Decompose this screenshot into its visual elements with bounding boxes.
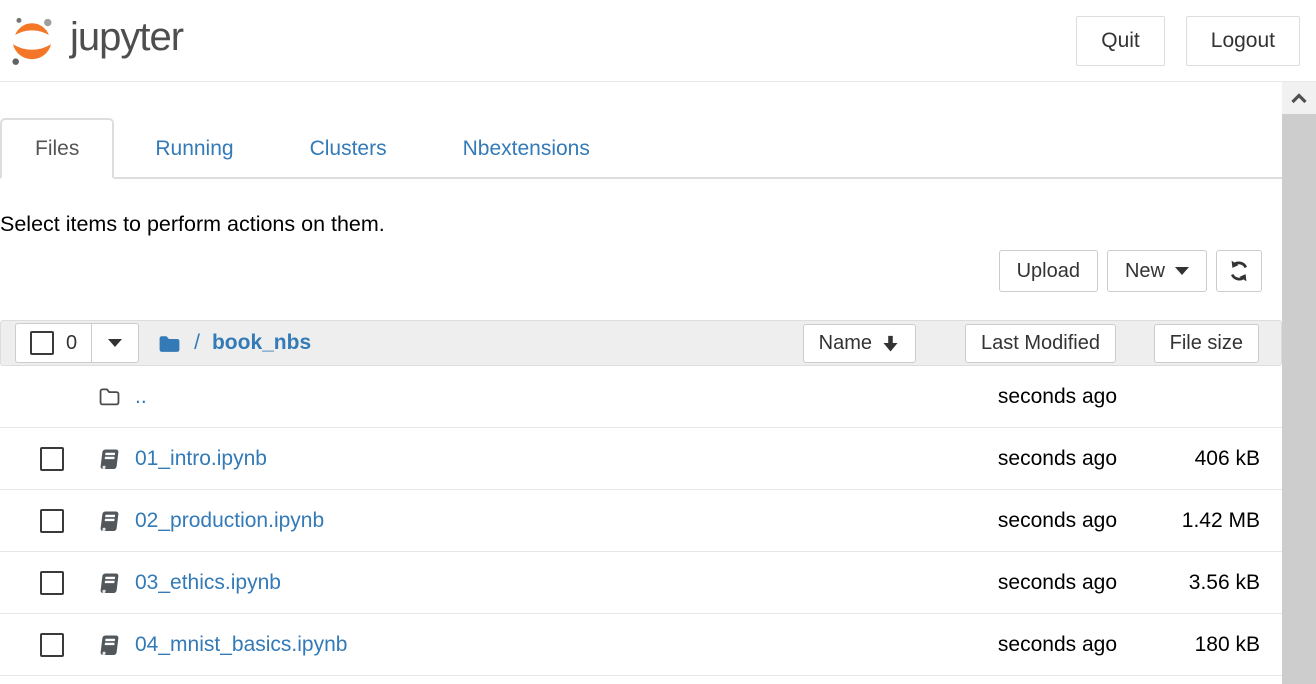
folder-icon[interactable]	[157, 331, 182, 356]
sort-by-name-button[interactable]: Name	[803, 324, 916, 363]
file-list-header: 0 / book_nbs Name Last Modifie	[0, 320, 1282, 366]
sort-by-size-button[interactable]: File size	[1154, 324, 1259, 363]
refresh-icon	[1227, 259, 1251, 283]
logout-button[interactable]: Logout	[1186, 16, 1300, 66]
row-checkbox[interactable]	[40, 447, 64, 471]
tab-nbextensions[interactable]: Nbextensions	[428, 118, 625, 177]
breadcrumb-separator: /	[194, 331, 200, 355]
sort-by-modified-button[interactable]: Last Modified	[965, 324, 1116, 363]
jupyter-planet-icon	[8, 16, 56, 66]
select-items-notice: Select items to perform actions on them.	[0, 212, 1282, 237]
arrow-down-icon	[881, 334, 900, 353]
upload-button[interactable]: Upload	[999, 250, 1098, 292]
breadcrumb-current-folder[interactable]: book_nbs	[212, 331, 311, 355]
quit-button[interactable]: Quit	[1076, 16, 1165, 66]
notebook-icon	[97, 447, 121, 471]
table-row: 03_ethics.ipynb seconds ago 3.56 kB	[0, 552, 1282, 614]
file-list: .. seconds ago 01_intro.ipynb seconds ag…	[0, 366, 1282, 676]
modified-label: seconds ago	[917, 385, 1117, 409]
row-checkbox[interactable]	[40, 633, 64, 657]
size-label: 1.42 MB	[1117, 509, 1260, 533]
size-label: 406 kB	[1117, 447, 1260, 471]
scroll-up-button[interactable]	[1282, 82, 1316, 114]
file-link[interactable]: 02_production.ipynb	[135, 509, 324, 532]
modified-label: seconds ago	[917, 509, 1117, 533]
size-label: 180 kB	[1117, 633, 1260, 657]
vertical-scrollbar[interactable]	[1282, 82, 1316, 684]
refresh-button[interactable]	[1216, 250, 1262, 292]
jupyter-logo[interactable]: jupyter	[8, 15, 183, 66]
select-all-group: 0	[15, 323, 139, 363]
selected-count: 0	[66, 332, 77, 355]
chevron-up-icon	[1290, 93, 1308, 104]
table-row: 01_intro.ipynb seconds ago 406 kB	[0, 428, 1282, 490]
brand-text: jupyter	[70, 15, 183, 66]
table-row: 04_mnist_basics.ipynb seconds ago 180 kB	[0, 614, 1282, 676]
tab-bar: Files Running Clusters Nbextensions	[0, 118, 1282, 179]
modified-label: seconds ago	[917, 447, 1117, 471]
select-all-button[interactable]: 0	[15, 323, 92, 363]
modified-label: seconds ago	[917, 571, 1117, 595]
app-header: jupyter Quit Logout	[0, 0, 1316, 82]
main-scroll-area: Files Running Clusters Nbextensions Sele…	[0, 82, 1316, 684]
chevron-down-icon	[1175, 267, 1189, 275]
file-link[interactable]: 04_mnist_basics.ipynb	[135, 633, 347, 656]
new-dropdown-button[interactable]: New	[1107, 250, 1207, 292]
chevron-down-icon	[108, 339, 122, 347]
table-row: 02_production.ipynb seconds ago 1.42 MB	[0, 490, 1282, 552]
breadcrumb: / book_nbs	[157, 331, 803, 356]
file-link[interactable]: 03_ethics.ipynb	[135, 571, 281, 594]
tab-running[interactable]: Running	[120, 118, 268, 177]
row-checkbox[interactable]	[40, 509, 64, 533]
modified-label: seconds ago	[917, 633, 1117, 657]
row-checkbox[interactable]	[40, 571, 64, 595]
notebook-icon	[97, 633, 121, 657]
select-all-checkbox[interactable]	[30, 331, 54, 355]
sort-name-label: Name	[819, 332, 872, 355]
tab-files[interactable]: Files	[0, 118, 114, 179]
file-link[interactable]: ..	[135, 385, 147, 408]
size-label: 3.56 kB	[1117, 571, 1260, 595]
table-row: .. seconds ago	[0, 366, 1282, 428]
select-filter-dropdown[interactable]	[91, 323, 139, 363]
notebook-icon	[97, 509, 121, 533]
folder-outline-icon	[97, 384, 122, 409]
file-link[interactable]: 01_intro.ipynb	[135, 447, 267, 470]
tab-clusters[interactable]: Clusters	[275, 118, 422, 177]
scrollbar-thumb[interactable]	[1282, 114, 1316, 684]
file-toolbar: Upload New	[0, 250, 1282, 292]
notebook-icon	[97, 571, 121, 595]
new-dropdown-label: New	[1125, 259, 1165, 283]
